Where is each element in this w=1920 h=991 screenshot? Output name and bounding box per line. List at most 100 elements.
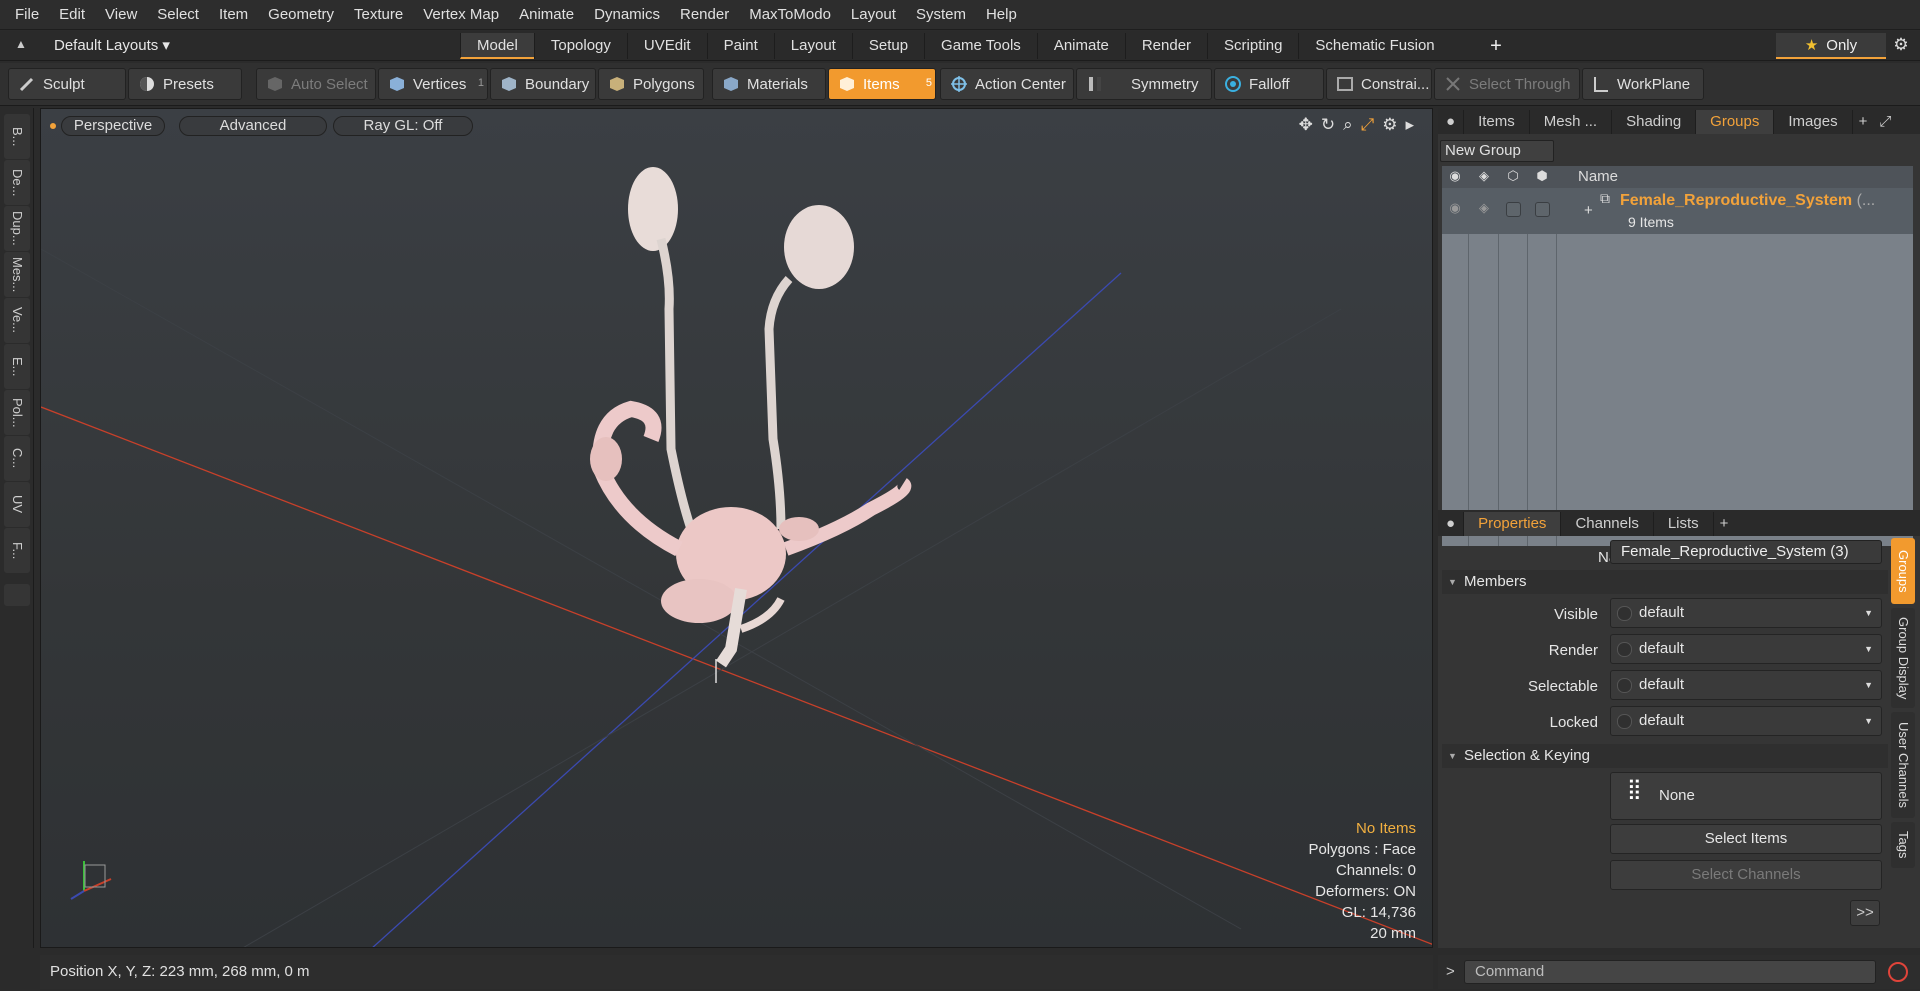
rotate-view-icon[interactable]: ↻ bbox=[1321, 115, 1335, 135]
expand-icon[interactable]: ⤢ bbox=[1873, 110, 1897, 134]
menu-render[interactable]: Render bbox=[670, 0, 739, 30]
symmetry-button[interactable]: Symmetry bbox=[1076, 68, 1212, 100]
tab-animate[interactable]: Animate bbox=[1036, 33, 1125, 59]
tab-topology[interactable]: Topology bbox=[533, 33, 627, 59]
tool-tab-mesh[interactable]: Mes... bbox=[4, 252, 30, 297]
tab-images[interactable]: Images bbox=[1774, 110, 1853, 134]
menu-select[interactable]: Select bbox=[147, 0, 209, 30]
side-tab-user-channels[interactable]: User Channels bbox=[1891, 712, 1915, 818]
tab-properties[interactable]: Properties bbox=[1464, 512, 1562, 536]
tab-mesh[interactable]: Mesh ... bbox=[1530, 110, 1613, 134]
locked-dropdown[interactable]: default bbox=[1610, 706, 1882, 736]
members-section[interactable]: Members bbox=[1442, 570, 1888, 594]
visible-dropdown[interactable]: default bbox=[1610, 598, 1882, 628]
move-view-icon[interactable]: ✥ bbox=[1299, 115, 1313, 135]
more-button[interactable]: >> bbox=[1850, 900, 1880, 926]
menu-texture[interactable]: Texture bbox=[344, 0, 413, 30]
menu-help[interactable]: Help bbox=[976, 0, 1027, 30]
add-tab-button[interactable]: + bbox=[1486, 33, 1506, 59]
tool-tab-uv[interactable]: UV bbox=[4, 482, 30, 527]
menu-view[interactable]: View bbox=[95, 0, 147, 30]
panel-menu-dot[interactable]: ● bbox=[1438, 110, 1465, 134]
group-name-field[interactable]: Female_Reproductive_System (3) bbox=[1610, 540, 1882, 564]
expand-plus-icon[interactable]: + bbox=[1584, 202, 1593, 219]
add-props-tab[interactable]: + bbox=[1714, 512, 1735, 536]
constraints-button[interactable]: Constrai... bbox=[1326, 68, 1432, 100]
menu-maxtomodo[interactable]: MaxToModo bbox=[739, 0, 841, 30]
tool-strip-extra[interactable] bbox=[4, 584, 30, 606]
vertices-button[interactable]: Vertices 1 bbox=[378, 68, 488, 100]
menu-item[interactable]: Item bbox=[209, 0, 258, 30]
selectable-dropdown[interactable]: default bbox=[1610, 670, 1882, 700]
tab-schematic-fusion[interactable]: Schematic Fusion bbox=[1298, 33, 1450, 59]
cube-outline-icon[interactable]: ⬡ bbox=[1503, 168, 1523, 186]
render-icon[interactable]: ◈ bbox=[1474, 168, 1494, 186]
advanced-button[interactable]: Advanced bbox=[179, 116, 327, 136]
action-center-button[interactable]: Action Center bbox=[940, 68, 1074, 100]
falloff-button[interactable]: Falloff bbox=[1214, 68, 1324, 100]
menu-vertex-map[interactable]: Vertex Map bbox=[413, 0, 509, 30]
fit-icon[interactable]: ⤢ bbox=[1361, 115, 1375, 135]
row-eye-icon[interactable]: ◉ bbox=[1445, 200, 1465, 218]
side-tab-group-display[interactable]: Group Display bbox=[1891, 608, 1915, 708]
tool-tab-fusion[interactable]: F... bbox=[4, 528, 30, 573]
items-button[interactable]: Items 5 bbox=[828, 68, 936, 100]
3d-viewport[interactable]: Perspective Advanced Ray GL: Off ✥ ↻ ⌕ ⤢… bbox=[40, 108, 1433, 948]
tab-uvedit[interactable]: UVEdit bbox=[626, 33, 707, 59]
command-input[interactable]: Command bbox=[1464, 960, 1876, 984]
tab-channels[interactable]: Channels bbox=[1561, 512, 1654, 536]
row-select-checkbox[interactable] bbox=[1506, 202, 1521, 217]
menu-system[interactable]: System bbox=[906, 0, 976, 30]
workplane-button[interactable]: WorkPlane bbox=[1582, 68, 1704, 100]
tool-tab-edge[interactable]: E... bbox=[4, 344, 30, 389]
viewport-more-icon[interactable]: ▸ bbox=[1405, 115, 1414, 135]
select-items-button[interactable]: Select Items bbox=[1610, 824, 1882, 854]
tool-tab-curve[interactable]: C... bbox=[4, 436, 30, 481]
side-tab-groups[interactable]: Groups bbox=[1891, 538, 1915, 604]
eye-icon[interactable]: ◉ bbox=[1445, 168, 1465, 186]
tab-groups[interactable]: Groups bbox=[1696, 110, 1775, 134]
presets-button[interactable]: Presets bbox=[128, 68, 242, 100]
sculpt-button[interactable]: Sculpt bbox=[8, 68, 126, 100]
tab-items[interactable]: Items bbox=[1464, 110, 1530, 134]
select-through-button[interactable]: Select Through bbox=[1434, 68, 1580, 100]
tab-scripting[interactable]: Scripting bbox=[1207, 33, 1298, 59]
auto-select-button[interactable]: Auto Select bbox=[256, 68, 376, 100]
materials-button[interactable]: Materials bbox=[712, 68, 826, 100]
stop-icon[interactable] bbox=[1888, 962, 1908, 982]
lock-icon[interactable]: ⬢ bbox=[1532, 168, 1552, 186]
render-dropdown[interactable]: default bbox=[1610, 634, 1882, 664]
tab-shading[interactable]: Shading bbox=[1612, 110, 1697, 134]
add-panel-tab[interactable]: + bbox=[1853, 110, 1874, 134]
only-button[interactable]: ★ Only bbox=[1776, 33, 1886, 59]
tab-model[interactable]: Model bbox=[460, 33, 534, 59]
menu-dynamics[interactable]: Dynamics bbox=[584, 0, 670, 30]
menu-geometry[interactable]: Geometry bbox=[258, 0, 344, 30]
polygons-button[interactable]: Polygons bbox=[598, 68, 704, 100]
row-render-icon[interactable]: ◈ bbox=[1474, 200, 1494, 218]
menu-animate[interactable]: Animate bbox=[509, 0, 584, 30]
tab-layout[interactable]: Layout bbox=[773, 33, 852, 59]
tab-lists[interactable]: Lists bbox=[1654, 512, 1714, 536]
row-lock-checkbox[interactable] bbox=[1535, 202, 1550, 217]
side-tab-tags[interactable]: Tags bbox=[1891, 822, 1915, 868]
tool-tab-polygon[interactable]: Pol... bbox=[4, 390, 30, 435]
viewport-menu-dot[interactable] bbox=[50, 123, 56, 129]
gear-icon[interactable]: ⚙ bbox=[1890, 35, 1912, 57]
new-group-button[interactable]: New Group bbox=[1440, 140, 1554, 162]
tool-tab-basic[interactable]: B... bbox=[4, 114, 30, 159]
select-channels-button[interactable]: Select Channels bbox=[1610, 860, 1882, 890]
name-column-header[interactable]: Name bbox=[1578, 168, 1618, 185]
viewport-gear-icon[interactable]: ⚙ bbox=[1382, 115, 1397, 135]
selection-keying-section[interactable]: Selection & Keying bbox=[1442, 744, 1888, 768]
menu-file[interactable]: File bbox=[0, 0, 49, 30]
menu-edit[interactable]: Edit bbox=[49, 0, 95, 30]
zoom-icon[interactable]: ⌕ bbox=[1343, 115, 1353, 135]
raygl-button[interactable]: Ray GL: Off bbox=[333, 116, 473, 136]
tab-paint[interactable]: Paint bbox=[706, 33, 774, 59]
tool-tab-vertex[interactable]: Ve... bbox=[4, 298, 30, 343]
tab-setup[interactable]: Setup bbox=[851, 33, 924, 59]
group-row[interactable]: ◉ ◈ + ⧉ Female_Reproductive_System (... … bbox=[1442, 188, 1913, 234]
props-menu-dot[interactable]: ● bbox=[1438, 512, 1465, 536]
perspective-button[interactable]: Perspective bbox=[61, 116, 165, 136]
